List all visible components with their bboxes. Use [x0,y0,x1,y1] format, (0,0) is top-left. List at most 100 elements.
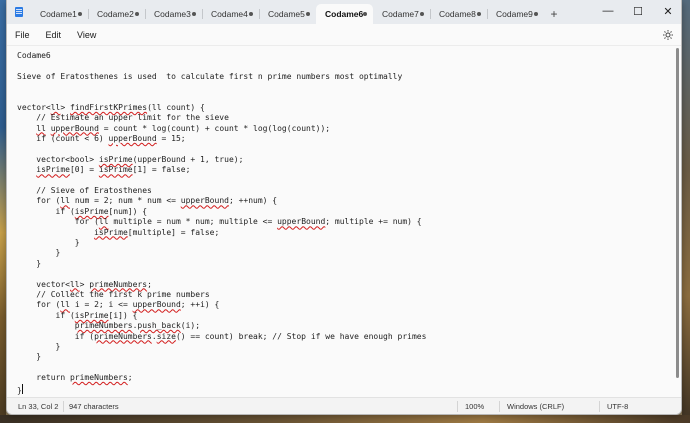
misspelled-word: size [156,331,176,341]
tab-codame7[interactable]: Codame7 [373,4,430,24]
code-line: ll upperBound = count * log(count) + cou… [17,123,681,134]
code-text: ; ++i) { [180,300,220,310]
code-line: } [17,383,681,395]
misspelled-word: isPrime [36,165,70,175]
code-text: num = 2; num * num <= [70,196,181,206]
misspelled-word: primeNumbers [74,321,133,331]
misspelled-word: upperBound [180,196,229,206]
code-text: > [60,102,70,112]
misspelled-word: findFirstKPrimes [70,102,148,112]
unsaved-dot-icon[interactable] [306,12,310,16]
code-text: ; multiple += num) { [325,217,422,227]
tab-label: Codame9 [496,9,533,19]
code-text: for ( [17,300,61,310]
unsaved-dot-icon[interactable] [534,12,538,16]
misspelled-word: isPrime [94,227,128,237]
status-divider [457,401,458,412]
menu-edit[interactable]: Edit [38,30,70,40]
code-line: } [17,259,681,269]
misspelled-word: upperBound [50,123,99,133]
tab-codame9[interactable]: Codame9 [487,4,544,24]
misspelled-word: ll [60,300,70,310]
code-text: for ( [17,217,99,227]
code-line: // Estimate an upper limit for the sieve [17,113,681,123]
misspelled-word: ll [36,123,46,133]
code-line: primeNumbers.push_back(i); [17,321,681,331]
unsaved-dot-icon[interactable] [135,12,139,16]
tab-label: Codame1 [40,9,77,19]
code-line: for (ll multiple = num * num; multiple <… [17,217,681,227]
code-text: ; ++num) { [228,196,278,206]
menu-file[interactable]: File [7,30,38,40]
unsaved-dot-icon[interactable] [477,12,481,16]
minimize-button[interactable]: — [593,0,623,22]
code-text: [num]) { [108,206,148,216]
code-line: } [17,352,681,362]
code-text: (upperBound + 1, true); [132,154,244,164]
code-text: [1] = false; [132,165,191,175]
misspelled-word: upperBound [132,300,181,310]
new-tab-button[interactable]: + [544,4,564,24]
code-line: vector<ll> findFirstKPrimes(ll count) { [17,102,681,113]
code-line: isPrime[multiple] = false; [17,227,681,238]
tab-label: Codame3 [154,9,191,19]
tab-codame1[interactable]: Codame1 [31,4,88,24]
code-text: Sieve of Eratosthenes is used to calcula… [17,71,403,81]
misspelled-word: primeNumbers [94,331,152,341]
tab-label: Codame7 [382,9,419,19]
scrollbar-thumb[interactable] [676,48,679,378]
code-line: } [17,341,681,352]
tab-codame5[interactable]: Codame5 [259,4,316,24]
notepad-icon [7,0,31,24]
code-text: } [17,341,61,351]
misspelled-word: upperBound [108,134,157,144]
code-text: if ( [17,331,95,341]
tab-codame2[interactable]: Codame2 [88,4,145,24]
gear-icon[interactable] [661,28,675,42]
misspelled-word: isPrime [98,165,133,175]
unsaved-dot-icon[interactable] [420,12,424,16]
code-text: vector< [17,279,70,289]
status-divider [63,401,64,412]
code-text: if (count < 6) [17,134,109,144]
tab-codame8[interactable]: Codame8 [430,4,487,24]
code-text: = 15; [156,134,186,144]
code-text: i = 2; i <= [70,300,133,310]
maximize-button[interactable]: ☐ [623,0,653,22]
menu-view[interactable]: View [69,30,104,40]
tab-codame6[interactable]: Codame6 [316,4,373,24]
code-line: if (primeNumbers.size() == count) break;… [17,331,681,342]
encoding[interactable]: UTF-8 [607,402,628,411]
line-ending[interactable]: Windows (CRLF) [507,402,564,411]
unsaved-dot-icon[interactable] [363,12,367,16]
character-count: 947 characters [69,402,119,411]
unsaved-dot-icon[interactable] [78,12,82,16]
notepad-window: Codame1 Codame2 Codame3 Codame4 Codame5 Codam… [6,0,682,415]
code-text: return [17,373,70,383]
code-text: Codame6 [17,51,51,60]
code-line: for (ll i = 2; i <= upperBound; ++i) { [17,300,681,310]
code-text: [0] = [69,165,99,175]
tab-codame4[interactable]: Codame4 [202,4,259,24]
code-line: // Sieve of Eratosthenes [17,186,681,196]
unsaved-dot-icon[interactable] [192,12,196,16]
text-editor[interactable]: Codame6 Sieve of Eratosthenes is used to … [7,46,681,397]
vertical-scrollbar[interactable] [675,48,679,394]
misspelled-word: isPrime [74,310,109,320]
close-button[interactable]: ✕ [653,0,681,22]
zoom-level[interactable]: 100% [465,402,484,411]
code-text: } [17,248,61,258]
code-line: Sieve of Eratosthenes is used to calcula… [17,71,681,82]
code-line: if (isPrime[num]) { [17,206,681,217]
tab-codame3[interactable]: Codame3 [145,4,202,24]
tab-strip: Codame1 Codame2 Codame3 Codame4 Codame5 Codam… [7,0,681,24]
code-line: } [17,248,681,258]
misspelled-word: upperBound [277,217,326,227]
code-text: vector<bool> [17,154,99,164]
unsaved-dot-icon[interactable] [249,12,253,16]
